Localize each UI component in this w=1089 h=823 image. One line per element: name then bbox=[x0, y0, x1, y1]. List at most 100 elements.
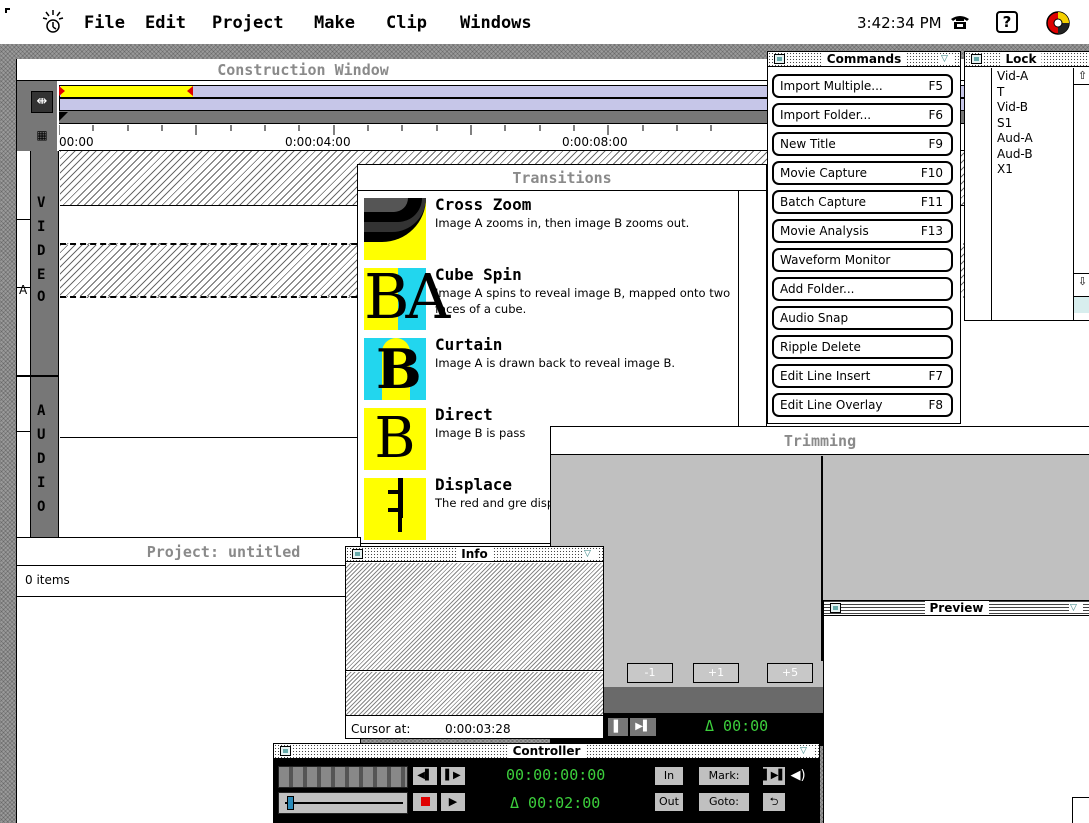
transitions-window-title[interactable]: Transitions bbox=[358, 165, 766, 191]
trim-minus-1-button[interactable]: -1 bbox=[627, 663, 673, 683]
trim-right-view[interactable] bbox=[826, 456, 1089, 603]
speaker-icon[interactable]: ◀) bbox=[788, 766, 808, 786]
command-batch-capture[interactable]: Batch Capture F11 bbox=[772, 190, 953, 214]
audio-track-letter-o: O bbox=[37, 499, 46, 515]
trimming-window-title[interactable]: Trimming bbox=[551, 427, 1089, 455]
lock-track-item[interactable]: Vid-B bbox=[997, 100, 1033, 116]
goto-button[interactable]: Goto: bbox=[698, 792, 750, 812]
timeline-options-icon[interactable]: ▦ bbox=[31, 125, 53, 145]
close-box-icon[interactable] bbox=[352, 549, 363, 559]
transition-name: Cube Spin bbox=[435, 265, 522, 284]
lock-track-item[interactable]: Aud-A bbox=[997, 131, 1033, 147]
lock-scrollbar[interactable]: ⇧ ⇩ bbox=[1073, 68, 1089, 320]
preview-window: Preview ▽ bbox=[823, 600, 1089, 823]
video-track-letter-o: O bbox=[37, 289, 46, 305]
curtain-icon: B bbox=[364, 338, 426, 400]
collapse-arrow-icon[interactable]: ▽ bbox=[583, 549, 597, 559]
lock-title: Lock bbox=[1000, 52, 1042, 66]
shuttle-slider[interactable] bbox=[278, 792, 408, 814]
close-box-icon[interactable] bbox=[774, 54, 785, 64]
out-button[interactable]: Out bbox=[654, 792, 684, 812]
lock-track-item[interactable]: Vid-A bbox=[997, 69, 1033, 85]
cursor-value: 0:00:03:28 bbox=[445, 722, 511, 736]
mark-button[interactable]: Mark: bbox=[698, 766, 750, 786]
edit-line-marker[interactable] bbox=[59, 112, 68, 121]
menu-clip[interactable]: Clip bbox=[386, 13, 427, 33]
collapse-arrow-icon[interactable]: ▽ bbox=[799, 746, 813, 756]
trim-step-forward-button[interactable]: ▶▌ bbox=[629, 717, 657, 737]
command-waveform-monitor[interactable]: Waveform Monitor bbox=[772, 248, 953, 272]
menu-project[interactable]: Project bbox=[212, 13, 284, 33]
loop-button[interactable]: ⮌ bbox=[762, 792, 786, 812]
trim-plus-1-button[interactable]: +1 bbox=[693, 663, 739, 683]
step-back-button[interactable]: ◀▌ bbox=[412, 766, 438, 786]
lock-track-item[interactable]: S1 bbox=[997, 116, 1033, 132]
collapse-arrow-icon[interactable]: ▽ bbox=[1069, 603, 1083, 613]
work-area-start-marker[interactable] bbox=[59, 86, 65, 96]
command-movie-analysis[interactable]: Movie Analysis F13 bbox=[772, 219, 953, 243]
transition-item-curtain[interactable]: B Curtain Image A is drawn back to revea… bbox=[358, 332, 737, 404]
scroll-down-arrow-icon[interactable]: ⇩ bbox=[1074, 273, 1089, 290]
scroll-up-arrow-icon[interactable]: ⇧ bbox=[1074, 68, 1089, 85]
in-button[interactable]: In bbox=[654, 766, 684, 786]
close-box-icon[interactable] bbox=[830, 603, 841, 613]
trim-plus-5-button[interactable]: +5 bbox=[767, 663, 813, 683]
controller-titlebar[interactable]: Controller ▽ bbox=[274, 744, 819, 759]
stop-button[interactable] bbox=[412, 792, 438, 812]
help-icon[interactable]: ? bbox=[996, 11, 1018, 33]
lock-track-item[interactable]: T bbox=[997, 85, 1033, 101]
preview-titlebar[interactable]: Preview ▽ bbox=[824, 601, 1089, 616]
trim-timecode: Δ 00:00 bbox=[705, 717, 769, 735]
direct-icon: B bbox=[364, 408, 426, 470]
command-edit-line-overlay[interactable]: Edit Line Overlay F8 bbox=[772, 393, 953, 417]
shuttle-thumb[interactable] bbox=[287, 796, 294, 810]
controller-duration: Δ 00:02:00 bbox=[510, 794, 601, 812]
menu-bar: File Edit Project Make Clip Windows 3:42… bbox=[0, 0, 1089, 44]
info-titlebar[interactable]: Info ▽ bbox=[346, 547, 603, 562]
lock-track-item[interactable]: X1 bbox=[997, 162, 1033, 178]
lock-checkbox-column[interactable] bbox=[965, 68, 992, 320]
jog-wheel[interactable] bbox=[278, 766, 408, 788]
command-import-folder[interactable]: Import Folder... F6 bbox=[772, 103, 953, 127]
color-wheel-icon[interactable] bbox=[1046, 11, 1070, 35]
collapse-arrow-icon[interactable]: ▽ bbox=[940, 54, 954, 64]
close-box-icon[interactable] bbox=[971, 54, 982, 64]
command-ripple-delete[interactable]: Ripple Delete bbox=[772, 335, 953, 359]
info-title: Info bbox=[456, 547, 493, 561]
commands-titlebar[interactable]: Commands ▽ bbox=[768, 52, 960, 67]
menu-file[interactable]: File bbox=[84, 13, 125, 33]
menu-edit[interactable]: Edit bbox=[145, 13, 186, 33]
command-movie-capture[interactable]: Movie Capture F10 bbox=[772, 161, 953, 185]
resize-grip-icon[interactable] bbox=[1074, 296, 1089, 313]
lock-titlebar[interactable]: Lock bbox=[965, 52, 1089, 67]
step-forward-button[interactable]: ▌▶ bbox=[440, 766, 466, 786]
transition-item-cube-spin[interactable]: BA Cube Spin Image A spins to reveal ima… bbox=[358, 262, 737, 334]
command-new-title[interactable]: New Title F9 bbox=[772, 132, 953, 156]
menu-make[interactable]: Make bbox=[314, 13, 355, 33]
menu-windows[interactable]: Windows bbox=[460, 13, 532, 33]
timeline-zoom-icon[interactable]: ⇼ bbox=[31, 91, 53, 113]
command-edit-line-insert[interactable]: Edit Line Insert F7 bbox=[772, 364, 953, 388]
lock-track-item[interactable]: Aud-B bbox=[997, 147, 1033, 163]
command-audio-snap[interactable]: Audio Snap bbox=[772, 306, 953, 330]
work-area-end-marker[interactable] bbox=[187, 86, 193, 96]
trim-step-back-button[interactable]: ▌ bbox=[607, 717, 629, 737]
project-window-title[interactable]: Project: untitled bbox=[17, 538, 360, 566]
play-button[interactable]: ▶ bbox=[440, 792, 466, 812]
audio-track-letter-u: U bbox=[37, 427, 46, 443]
transition-item-cross-zoom[interactable]: Cross Zoom Image A zooms in, then image … bbox=[358, 192, 737, 264]
transition-name: Cross Zoom bbox=[435, 195, 532, 214]
preview-resize-corner[interactable] bbox=[1072, 797, 1089, 823]
command-add-folder[interactable]: Add Folder... bbox=[772, 277, 953, 301]
close-box-icon[interactable] bbox=[280, 746, 291, 756]
next-edit-button[interactable]: ▌▶▌ bbox=[762, 766, 786, 786]
project-item-count: 0 items bbox=[25, 573, 70, 587]
audio-track-letter-d: D bbox=[37, 451, 46, 467]
app-icon[interactable] bbox=[42, 10, 64, 34]
video-track-header[interactable] bbox=[31, 151, 59, 375]
phone-icon[interactable] bbox=[950, 14, 970, 30]
command-import-multiple[interactable]: Import Multiple... F5 bbox=[772, 74, 953, 98]
info-palette: Info ▽ Cursor at: 0:00:03:28 bbox=[345, 546, 604, 739]
lock-track-list: Vid-A T Vid-B S1 Aud-A Aud-B X1 bbox=[997, 69, 1033, 178]
work-area-selection[interactable] bbox=[61, 86, 193, 97]
